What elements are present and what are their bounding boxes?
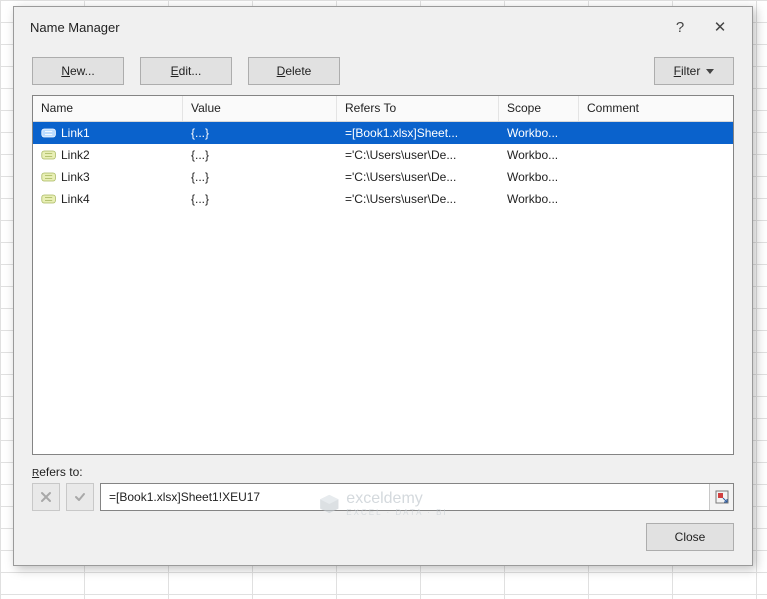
- name-tag-icon: [41, 193, 57, 205]
- names-listbox[interactable]: Name Value Refers To Scope Comment Link1…: [32, 95, 734, 455]
- row-name: Link1: [61, 126, 90, 140]
- row-name: Link3: [61, 170, 90, 184]
- row-value: {...}: [183, 148, 337, 162]
- row-name: Link4: [61, 192, 90, 206]
- chevron-down-icon: [706, 69, 714, 74]
- help-button[interactable]: ?: [660, 12, 700, 42]
- collapse-dialog-button[interactable]: [709, 484, 733, 510]
- filter-button[interactable]: Filter: [654, 57, 734, 85]
- cancel-edit-button[interactable]: [32, 483, 60, 511]
- table-row[interactable]: Link1 {...}=[Book1.xlsx]Sheet...Workbo...: [33, 122, 733, 144]
- row-refers: ='C:\Users\user\De...: [337, 192, 499, 206]
- header-scope[interactable]: Scope: [499, 96, 579, 121]
- row-refers: ='C:\Users\user\De...: [337, 170, 499, 184]
- name-tag-icon: [41, 149, 57, 161]
- row-refers: ='C:\Users\user\De...: [337, 148, 499, 162]
- list-header: Name Value Refers To Scope Comment: [33, 96, 733, 122]
- refers-to-section: Refers to:: [14, 455, 752, 517]
- table-row[interactable]: Link2 {...}='C:\Users\user\De...Workbo...: [33, 144, 733, 166]
- dialog-title: Name Manager: [30, 20, 660, 35]
- header-comment[interactable]: Comment: [579, 96, 733, 121]
- row-name: Link2: [61, 148, 90, 162]
- check-icon: [73, 490, 87, 504]
- row-scope: Workbo...: [499, 192, 579, 206]
- list-rows: Link1{...}=[Book1.xlsx]Sheet...Workbo...…: [33, 122, 733, 454]
- header-name[interactable]: Name: [33, 96, 183, 121]
- edit-button[interactable]: Edit...: [140, 57, 232, 85]
- name-tag-icon: [41, 127, 57, 139]
- name-manager-dialog: Name Manager ? ✕ New... Edit... Delete F…: [13, 6, 753, 566]
- close-button[interactable]: Close: [646, 523, 734, 551]
- row-scope: Workbo...: [499, 126, 579, 140]
- refers-to-label: Refers to:: [32, 465, 734, 479]
- row-value: {...}: [183, 126, 337, 140]
- cancel-icon: [39, 490, 53, 504]
- titlebar: Name Manager ? ✕: [14, 7, 752, 47]
- name-tag-icon: [41, 171, 57, 183]
- refers-to-input[interactable]: [101, 484, 709, 510]
- row-refers: =[Book1.xlsx]Sheet...: [337, 126, 499, 140]
- table-row[interactable]: Link3 {...}='C:\Users\user\De...Workbo...: [33, 166, 733, 188]
- table-row[interactable]: Link4 {...}='C:\Users\user\De...Workbo...: [33, 188, 733, 210]
- bottom-bar: Close: [14, 517, 752, 565]
- new-button[interactable]: New...: [32, 57, 124, 85]
- header-value[interactable]: Value: [183, 96, 337, 121]
- row-value: {...}: [183, 170, 337, 184]
- collapse-icon: [715, 490, 729, 504]
- close-window-button[interactable]: ✕: [700, 12, 740, 42]
- header-refers[interactable]: Refers To: [337, 96, 499, 121]
- row-scope: Workbo...: [499, 170, 579, 184]
- accept-edit-button[interactable]: [66, 483, 94, 511]
- row-scope: Workbo...: [499, 148, 579, 162]
- delete-button[interactable]: Delete: [248, 57, 340, 85]
- toolbar: New... Edit... Delete Filter: [14, 47, 752, 95]
- row-value: {...}: [183, 192, 337, 206]
